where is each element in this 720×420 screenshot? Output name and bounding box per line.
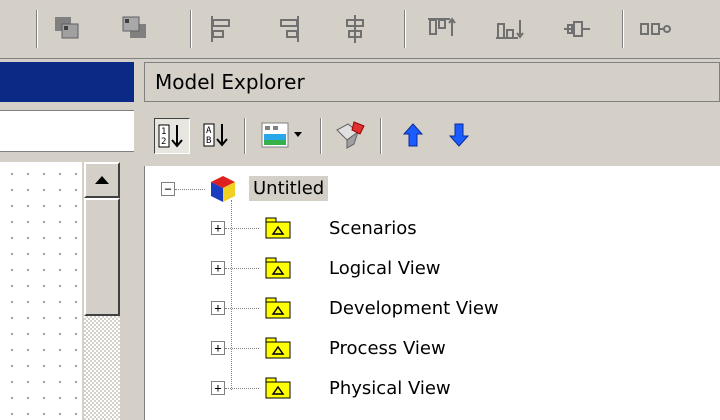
toolbar-separator (380, 118, 382, 154)
toolbar-separator (320, 118, 322, 154)
triangle-up-icon (95, 176, 109, 184)
expand-toggle[interactable]: + (211, 261, 225, 275)
main-toolbar (0, 0, 720, 59)
collapse-toggle[interactable]: − (161, 182, 175, 196)
toolbar-separator (622, 10, 624, 48)
tree-guide-line (225, 308, 259, 309)
toolbar-separator (404, 10, 406, 48)
expand-toggle[interactable]: + (211, 341, 225, 355)
diagram-canvas[interactable] (0, 162, 82, 420)
align-top-icon[interactable] (424, 12, 458, 46)
sort-alpha-icon[interactable]: A B (200, 118, 236, 154)
tree-item-development-view[interactable]: Development View (329, 298, 499, 319)
svg-text:2: 2 (161, 137, 166, 147)
toolbar-separator (190, 10, 192, 48)
align-right-icon[interactable] (272, 12, 306, 46)
package-folder-icon (265, 377, 291, 399)
model-tree: − Untitled + Scenarios + Logical View + … (144, 166, 720, 420)
tree-item-process-view[interactable]: Process View (329, 338, 446, 359)
tree-item-scenarios[interactable]: Scenarios (329, 218, 417, 239)
package-folder-icon (265, 257, 291, 279)
move-up-icon[interactable] (396, 118, 432, 154)
model-explorer-title: Model Explorer (144, 62, 720, 102)
filter-icon[interactable] (334, 118, 370, 154)
toolbar-separator (36, 10, 38, 48)
package-folder-icon (265, 337, 291, 359)
tree-guide-line (225, 268, 259, 269)
toolbar-separator (244, 118, 246, 154)
tree-item-logical-view[interactable]: Logical View (329, 258, 441, 279)
tree-guide-line (225, 228, 259, 229)
move-backward-icon[interactable] (50, 12, 84, 46)
tree-item-physical-view[interactable]: Physical View (329, 378, 451, 399)
align-left-icon[interactable] (204, 12, 238, 46)
model-cube-icon (211, 176, 235, 202)
tree-guide-line (175, 189, 205, 190)
package-folder-icon (265, 217, 291, 239)
sort-numeric-icon[interactable]: 1 2 (154, 118, 190, 154)
align-bottom-icon[interactable] (492, 12, 526, 46)
svg-text:B: B (206, 136, 211, 146)
left-pane-header (0, 110, 134, 152)
bring-to-front-icon[interactable] (118, 12, 152, 46)
expand-toggle[interactable]: + (211, 301, 225, 315)
svg-text:1: 1 (161, 127, 166, 137)
svg-text:A: A (206, 126, 212, 136)
tree-guide-line (225, 388, 259, 389)
distribute-horizontal-icon[interactable] (638, 12, 672, 46)
align-middle-icon[interactable] (560, 12, 594, 46)
scroll-thumb[interactable] (84, 198, 120, 316)
model-explorer-toolbar: 1 2 A B (144, 110, 720, 162)
tree-guide-line (225, 348, 259, 349)
diagram-view-icon[interactable] (256, 118, 310, 154)
package-folder-icon (265, 297, 291, 319)
scroll-up-button[interactable] (84, 162, 120, 198)
expand-toggle[interactable]: + (211, 381, 225, 395)
left-pane-titlebar (0, 62, 134, 102)
tree-root-label[interactable]: Untitled (249, 176, 329, 201)
move-down-icon[interactable] (442, 118, 478, 154)
expand-toggle[interactable]: + (211, 221, 225, 235)
align-center-icon[interactable] (338, 12, 372, 46)
